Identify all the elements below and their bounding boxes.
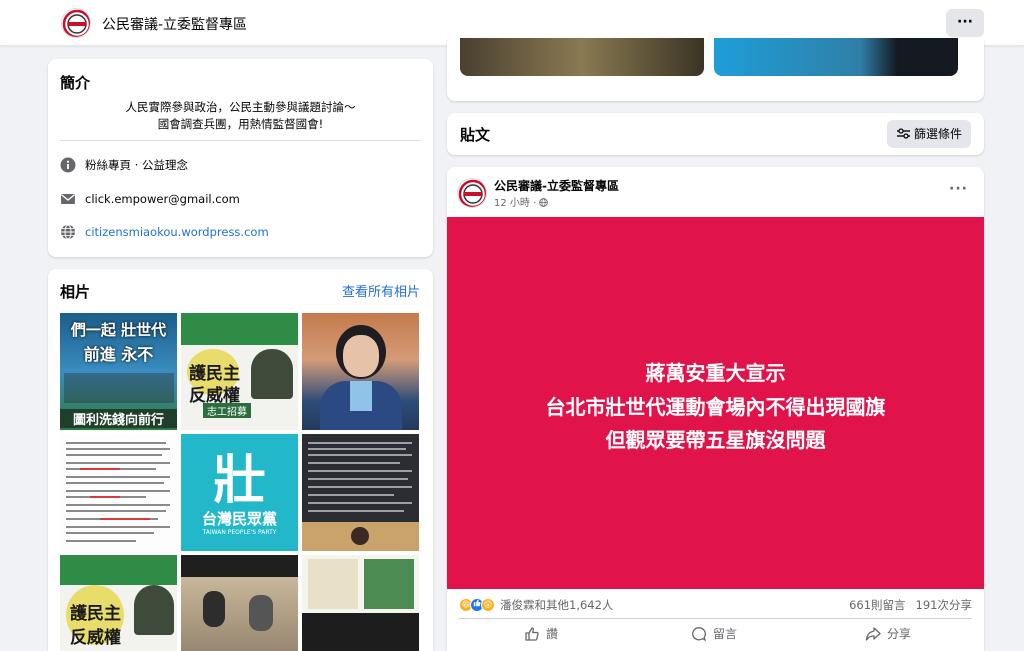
thumbs-up-icon: [525, 626, 539, 641]
intro-bio-line: 國會調查兵團，用熱情監督國會!: [157, 117, 324, 131]
post-time-text: 12 小時 ·: [494, 198, 540, 209]
photo-caption: 反威權: [70, 628, 121, 648]
video-header: [181, 555, 298, 577]
photo-tile[interactable]: 壯 台灣民眾黨 TAIWAN PEOPLE'S PARTY: [181, 434, 298, 551]
banner-headline: 但觀眾要帶五星旗沒問題: [605, 428, 826, 452]
photo-tile[interactable]: [302, 434, 419, 551]
email-row: click.empower@gmail.com: [60, 190, 240, 208]
intro-bio: 人民實際參與政治，公民主動參與議題討論～ 國會調查兵團，用熱情監督國會!: [60, 99, 421, 133]
category-text: 粉絲專頁 · 公益理念: [85, 158, 188, 172]
photo-caption: 們一起 壯世代: [70, 321, 167, 339]
filter-button[interactable]: 篩選條件: [887, 120, 971, 148]
sliders-icon: [897, 121, 910, 149]
share-button[interactable]: 分享: [865, 625, 911, 642]
green-banner: [60, 555, 177, 585]
photo-caption: 前進 永不: [83, 345, 154, 364]
globe-icon: [539, 198, 549, 209]
intro-bio-line: 人民實際參與政治，公民主動參與議題討論～: [125, 100, 356, 114]
more-options-button[interactable]: ···: [946, 9, 984, 37]
post-card: 公民審議-立委監督專區 12 小時 · ··· 蔣萬安重大宣示 台北市壯世代運動…: [447, 167, 984, 651]
share-label: 分享: [887, 627, 912, 641]
filter-label: 篩選條件: [914, 127, 963, 141]
posts-header-card: 貼文 篩選條件: [447, 113, 984, 155]
person-graphic: [251, 349, 293, 399]
like-button[interactable]: 讚: [524, 625, 558, 642]
person-graphic: [134, 585, 174, 635]
category-row: 粉絲專頁 · 公益理念: [60, 156, 188, 174]
city-photo[interactable]: [460, 38, 704, 76]
photos-title: 相片: [60, 283, 91, 301]
person-graphic: [249, 595, 273, 631]
share-icon: [865, 626, 881, 641]
intro-card: 簡介 人民實際參與政治，公民主動參與議題討論～ 國會調查兵團，用熱情監督國會! …: [48, 59, 433, 257]
dark-banner: [302, 613, 419, 651]
see-all-photos-link[interactable]: 查看所有相片: [342, 281, 420, 300]
website-row: citizensmiaokou.wordpress.com: [60, 223, 269, 241]
info-icon: [60, 157, 76, 173]
comment-label: 留言: [713, 627, 738, 641]
photo-tile[interactable]: [60, 434, 177, 551]
portrait-scarf: [350, 381, 372, 411]
email-text[interactable]: click.empower@gmail.com: [85, 192, 240, 206]
page-logo[interactable]: [61, 8, 91, 38]
portrait-face: [343, 335, 379, 377]
photo-caption: 志工招募: [203, 403, 251, 418]
blue-photo[interactable]: [714, 38, 958, 76]
banner-headline: 蔣萬安重大宣示: [645, 361, 786, 385]
photo-caption: 台灣民眾黨: [201, 510, 277, 528]
photo-tile[interactable]: 護民主 反威權 志工招募: [181, 313, 298, 430]
post-image[interactable]: 蔣萬安重大宣示 台北市壯世代運動會場內不得出現國旗 但觀眾要帶五星旗沒問題: [447, 217, 984, 589]
article-graphic: [302, 442, 419, 551]
like-label: 讚: [546, 627, 559, 641]
website-link[interactable]: citizensmiaokou.wordpress.com: [85, 225, 269, 239]
post-timestamp[interactable]: 12 小時 ·: [494, 194, 549, 209]
post-avatar[interactable]: [457, 178, 487, 208]
page-title[interactable]: 公民審議-立委監督專區: [102, 14, 247, 34]
green-banner: [181, 313, 298, 345]
photo-caption: 壯: [213, 451, 266, 511]
post-author-name[interactable]: 公民審議-立委監督專區: [494, 177, 619, 194]
comment-icon: [692, 626, 707, 641]
cyclists-graphic: [64, 373, 174, 403]
post-stats: 661則留言 191次分享: [839, 597, 972, 613]
globe-icon: [60, 224, 76, 240]
bottle-graphic: [364, 559, 414, 609]
photo-tile[interactable]: [302, 313, 419, 430]
document-graphic: [66, 442, 170, 542]
photo-caption: 圖利洗錢向前行: [60, 409, 177, 428]
post-more-button[interactable]: ···: [949, 181, 968, 197]
photo-tile[interactable]: [181, 555, 298, 651]
divider: [60, 140, 421, 141]
share-count[interactable]: 191次分享: [916, 598, 972, 612]
photo-caption: TAIWAN PEOPLE'S PARTY: [202, 529, 277, 536]
person-graphic: [203, 591, 225, 627]
comment-count[interactable]: 661則留言: [849, 598, 905, 612]
intro-title: 簡介: [60, 74, 91, 92]
posts-title: 貼文: [460, 126, 491, 144]
reactions-summary[interactable]: 😆 😮 潘俊霖和其他1,642人: [459, 597, 613, 613]
comment-button[interactable]: 留言: [691, 625, 737, 642]
banner-headline: 台北市壯世代運動會場內不得出現國旗: [545, 395, 886, 419]
previous-post-card: [447, 38, 984, 101]
photo-tile[interactable]: 護民主 反威權: [60, 555, 177, 651]
envelope-icon: [60, 191, 76, 207]
photos-card: 相片 查看所有相片 們一起 壯世代 前進 永不 圖利洗錢向前行 護民主 反威權 …: [48, 269, 433, 651]
divider: [459, 618, 972, 619]
photo-tile[interactable]: [302, 555, 419, 651]
reaction-names: 潘俊霖和其他1,642人: [500, 598, 614, 612]
product-graphic: [308, 559, 358, 609]
video-scene: [181, 577, 298, 651]
photo-caption: 護民主: [70, 604, 121, 624]
wow-reaction-icon: 😮: [481, 598, 495, 612]
photo-tile[interactable]: 們一起 壯世代 前進 永不 圖利洗錢向前行: [60, 313, 177, 430]
